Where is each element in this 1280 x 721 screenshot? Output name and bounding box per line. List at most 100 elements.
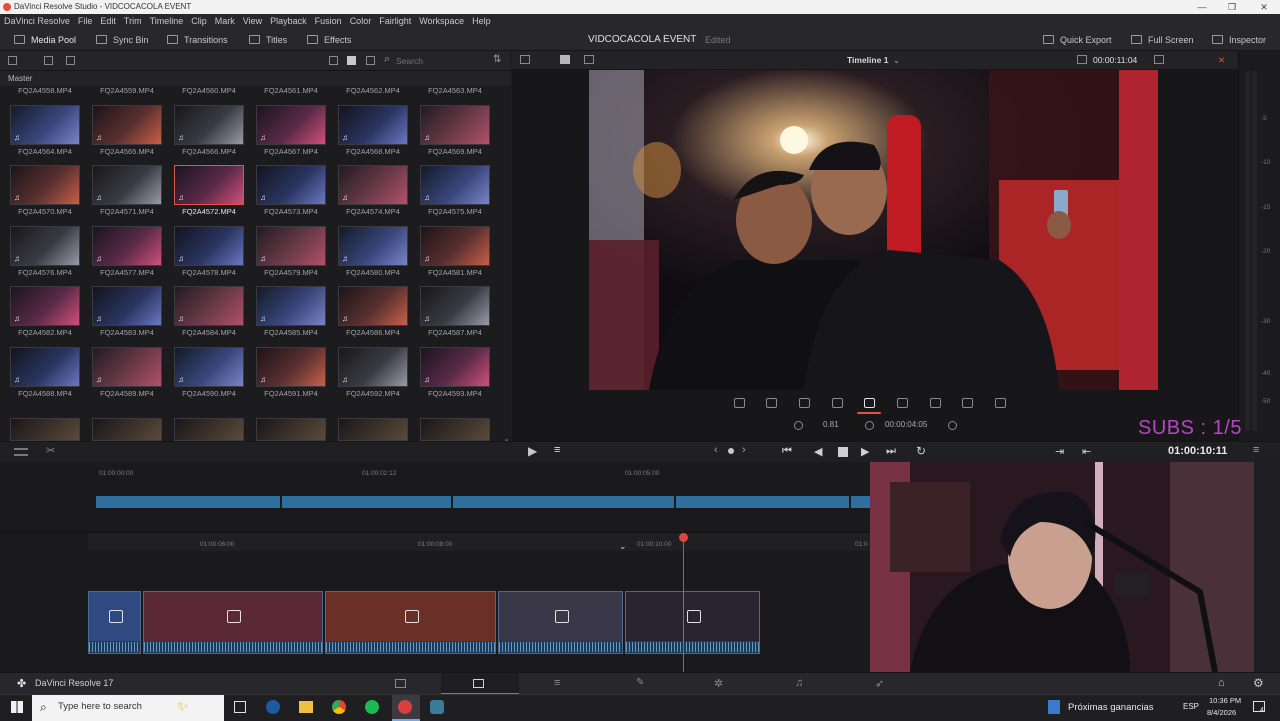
- timeline-selector[interactable]: Timeline 1: [847, 51, 888, 69]
- language-indicator[interactable]: ESP: [1183, 702, 1199, 711]
- dual-viewer-icon[interactable]: [560, 55, 570, 64]
- timeline-view-icon[interactable]: [14, 448, 28, 456]
- reverse-play-icon[interactable]: ◀: [814, 445, 822, 458]
- quick-export-button[interactable]: Quick Export: [1043, 29, 1112, 51]
- media-clip[interactable]: ♫ FQ2A4566.MP4: [174, 104, 244, 161]
- media-clip[interactable]: ♫ FQ2A4583.MP4: [92, 286, 162, 342]
- media-clip[interactable]: ♫ FQ2A4576.MP4: [10, 225, 80, 282]
- media-clip[interactable]: ♫FQ2A4560.MP4: [174, 86, 244, 100]
- fairlight-page-icon[interactable]: ♫: [795, 677, 803, 689]
- media-clip[interactable]: ♫ FQ2A4572.MP4: [174, 165, 244, 221]
- speed-value[interactable]: 0.81: [823, 420, 839, 429]
- media-clip[interactable]: ♫ FQ2A4579.MP4: [256, 225, 326, 282]
- menu-mark[interactable]: Mark: [211, 14, 239, 29]
- cut-page-icon[interactable]: [473, 679, 484, 688]
- search-icon[interactable]: ⌕: [384, 53, 390, 66]
- chevron-down-icon[interactable]: ⌄: [893, 51, 900, 69]
- media-clip[interactable]: ♫ FQ2A4581.MP4: [420, 225, 490, 282]
- mark-out-icon[interactable]: ⇤: [1082, 445, 1091, 458]
- media-clip[interactable]: ♫FQ2A4562.MP4: [338, 86, 408, 100]
- menu-trim[interactable]: Trim: [120, 14, 146, 29]
- media-clip[interactable]: ♫ FQ2A4582.MP4: [10, 286, 80, 342]
- menu-color[interactable]: Color: [346, 14, 376, 29]
- media-clip[interactable]: ♫FQ2A4559.MP4: [92, 86, 162, 100]
- go-to-start-icon[interactable]: ⏮: [782, 445, 792, 458]
- menu-fusion[interactable]: Fusion: [311, 14, 346, 29]
- settings-gear-icon[interactable]: ⚙: [1253, 676, 1264, 690]
- close-button[interactable]: ✕: [1254, 0, 1274, 14]
- media-clip[interactable]: ♫ FQ2A4571.MP4: [92, 165, 162, 221]
- new-bin-icon[interactable]: [44, 56, 53, 65]
- maximize-button[interactable]: ❐: [1222, 0, 1242, 14]
- home-icon[interactable]: ⌂: [1218, 677, 1225, 689]
- color-page-icon[interactable]: ✲: [714, 677, 723, 690]
- chrome-icon[interactable]: [332, 700, 346, 714]
- media-clip[interactable]: ♫ FQ2A4591.MP4: [256, 346, 326, 403]
- media-clip[interactable]: ♫ FQ2A4578.MP4: [174, 225, 244, 282]
- clock-time[interactable]: 10:36 PM: [1209, 696, 1241, 705]
- options-menu-icon[interactable]: ≡: [1253, 444, 1259, 456]
- stabilization-icon[interactable]: [897, 398, 908, 408]
- speed-change-icon[interactable]: [864, 398, 875, 408]
- obs-icon[interactable]: [398, 700, 412, 714]
- mark-in-icon[interactable]: ⇥: [1055, 445, 1064, 458]
- file-explorer-icon[interactable]: [299, 701, 313, 713]
- razor-icon[interactable]: ✂: [46, 444, 55, 457]
- duration-value[interactable]: 00:00:04:05: [885, 420, 927, 429]
- list-view-icon[interactable]: [366, 56, 375, 65]
- sync-bin-button[interactable]: Sync Bin: [96, 29, 149, 51]
- timeline-clip[interactable]: [625, 591, 760, 654]
- minimize-button[interactable]: —: [1192, 0, 1212, 14]
- timeline-clip[interactable]: [498, 591, 623, 654]
- menu-file[interactable]: File: [74, 14, 97, 29]
- effects-button[interactable]: Effects: [307, 29, 351, 51]
- task-view-icon[interactable]: [234, 701, 246, 713]
- media-clip[interactable]: ♫ FQ2A4585.MP4: [256, 286, 326, 342]
- steam-icon[interactable]: [266, 700, 280, 714]
- menu-workspace[interactable]: Workspace: [415, 14, 468, 29]
- media-clip[interactable]: ♫ FQ2A4589.MP4: [92, 346, 162, 403]
- lens-correction-icon[interactable]: [930, 398, 941, 408]
- media-clip[interactable]: ♫ FQ2A4586.MP4: [338, 286, 408, 342]
- media-clip[interactable]: ♫FQ2A4563.MP4: [420, 86, 490, 100]
- new-timeline-icon[interactable]: [66, 56, 75, 65]
- retime-icon[interactable]: [962, 398, 973, 408]
- windows-start-icon[interactable]: [11, 701, 23, 713]
- clip-thumbnail[interactable]: [256, 418, 326, 441]
- menu-fairlight[interactable]: Fairlight: [375, 14, 415, 29]
- resolve-taskbar-icon[interactable]: [430, 700, 444, 714]
- weather-widget-text[interactable]: Próximas ganancias: [1068, 702, 1154, 713]
- media-clip[interactable]: ♫ FQ2A4565.MP4: [92, 104, 162, 161]
- clip-thumbnail[interactable]: [420, 418, 490, 441]
- clip-thumbnail[interactable]: [338, 418, 408, 441]
- sort-icon[interactable]: ⇅: [493, 54, 501, 65]
- timeline-clip[interactable]: [143, 591, 323, 654]
- media-search-input[interactable]: [396, 54, 488, 68]
- clip-thumbnail[interactable]: [174, 418, 244, 441]
- menu-clip[interactable]: Clip: [187, 14, 211, 29]
- dynamic-zoom-icon[interactable]: [799, 398, 810, 408]
- media-page-icon[interactable]: [395, 679, 406, 688]
- media-clip[interactable]: ♫ FQ2A4580.MP4: [338, 225, 408, 282]
- adjust-icon[interactable]: ≡: [554, 444, 560, 456]
- deliver-page-icon[interactable]: ➶: [875, 677, 884, 690]
- edit-page-icon[interactable]: ≡: [554, 677, 560, 689]
- clip-thumbnail[interactable]: [10, 418, 80, 441]
- play-around-icon[interactable]: ▶: [528, 444, 537, 458]
- crop-icon[interactable]: [766, 398, 777, 408]
- audio-icon[interactable]: [995, 398, 1006, 408]
- go-to-end-icon[interactable]: ⏭: [886, 445, 896, 458]
- media-clip[interactable]: ♫ FQ2A4564.MP4: [10, 104, 80, 161]
- loop-icon[interactable]: ↻: [916, 444, 926, 458]
- full-screen-button[interactable]: Full Screen: [1131, 29, 1194, 51]
- single-viewer-icon[interactable]: [520, 55, 530, 64]
- fusion-page-icon[interactable]: ✎: [636, 677, 644, 688]
- menu-davinci-resolve[interactable]: DaVinci Resolve: [0, 14, 74, 29]
- spotify-icon[interactable]: [365, 700, 379, 714]
- titles-button[interactable]: Titles: [249, 29, 287, 51]
- play-icon[interactable]: ▶: [861, 445, 869, 458]
- clip-thumbnail[interactable]: [92, 418, 162, 441]
- menu-edit[interactable]: Edit: [96, 14, 120, 29]
- menu-help[interactable]: Help: [468, 14, 495, 29]
- transitions-button[interactable]: Transitions: [167, 29, 228, 51]
